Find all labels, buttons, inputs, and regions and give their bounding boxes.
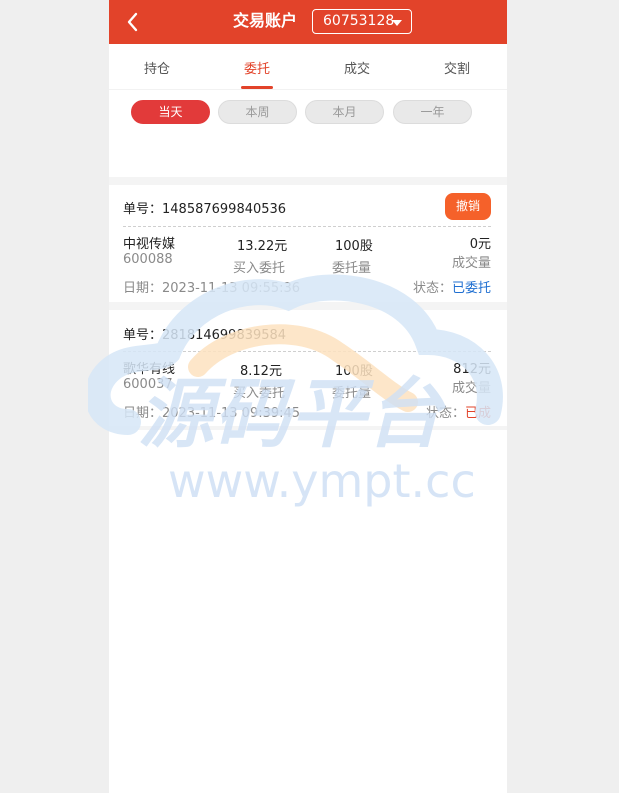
quantity-label: 委托量: [332, 386, 372, 401]
order-price: 13.22元: [237, 239, 288, 254]
header-bar: 交易账户 60753128: [109, 0, 507, 44]
period-today[interactable]: 当天: [131, 100, 210, 124]
tab-orders[interactable]: 委托: [227, 58, 287, 77]
filled-amount: 812元: [453, 362, 491, 377]
account-dropdown[interactable]: 60753128: [312, 9, 412, 34]
order-card: 单号：281814699839584 歌华有线 600037 8.12元 买入委…: [109, 310, 507, 426]
phone-screen: 交易账户 60753128 持仓 委托 成交 交割 当天 本周 本月 一年 单号…: [109, 0, 507, 793]
order-status: 已成: [465, 406, 492, 421]
period-year[interactable]: 一年: [393, 100, 472, 124]
order-quantity: 100股: [335, 239, 373, 254]
quantity-label: 委托量: [332, 261, 372, 276]
order-status: 已委托: [452, 281, 492, 296]
back-arrow-icon[interactable]: [123, 10, 145, 34]
period-filter: 当天 本周 本月 一年: [109, 90, 507, 135]
order-date: 日期：2023-11-13 09:39:45: [123, 406, 301, 421]
order-card: 单号：148587699840536 撤销 中视传媒 600088 13.22元…: [109, 185, 507, 301]
order-quantity: 100股: [335, 364, 373, 379]
status-label: 状态：: [413, 281, 453, 296]
stock-code: 600088: [123, 252, 173, 267]
card-divider: [109, 302, 507, 310]
tab-bar: 持仓 委托 成交 交割: [109, 44, 507, 90]
card-divider: [109, 177, 507, 185]
status-label: 状态：: [426, 406, 466, 421]
active-tab-indicator: [241, 86, 273, 89]
period-week[interactable]: 本周: [218, 100, 297, 124]
stock-name: 歌华有线: [123, 362, 176, 377]
filled-label: 成交量: [451, 256, 491, 271]
order-number: 单号：148587699840536: [123, 202, 287, 217]
period-month[interactable]: 本月: [305, 100, 384, 124]
filled-label: 成交量: [451, 381, 491, 396]
dashed-divider: [123, 351, 491, 352]
filled-amount: 0元: [469, 237, 491, 252]
page-title: 交易账户: [233, 11, 298, 30]
stock-name: 中视传媒: [123, 237, 176, 252]
order-number: 单号：281814699839584: [123, 328, 287, 343]
order-date: 日期：2023-11-13 09:55:36: [123, 281, 301, 296]
stock-code: 600037: [123, 377, 173, 392]
dashed-divider: [123, 226, 491, 227]
cancel-order-button[interactable]: 撤销: [445, 193, 491, 220]
order-price: 8.12元: [240, 364, 282, 379]
caret-down-icon: [392, 20, 402, 26]
order-side: 买入委托: [233, 261, 286, 276]
tab-trades[interactable]: 成交: [327, 58, 387, 77]
card-divider: [109, 426, 507, 430]
tab-settlement[interactable]: 交割: [427, 58, 487, 77]
account-number: 60753128: [323, 13, 395, 29]
order-side: 买入委托: [233, 386, 286, 401]
tab-holdings[interactable]: 持仓: [127, 58, 187, 77]
